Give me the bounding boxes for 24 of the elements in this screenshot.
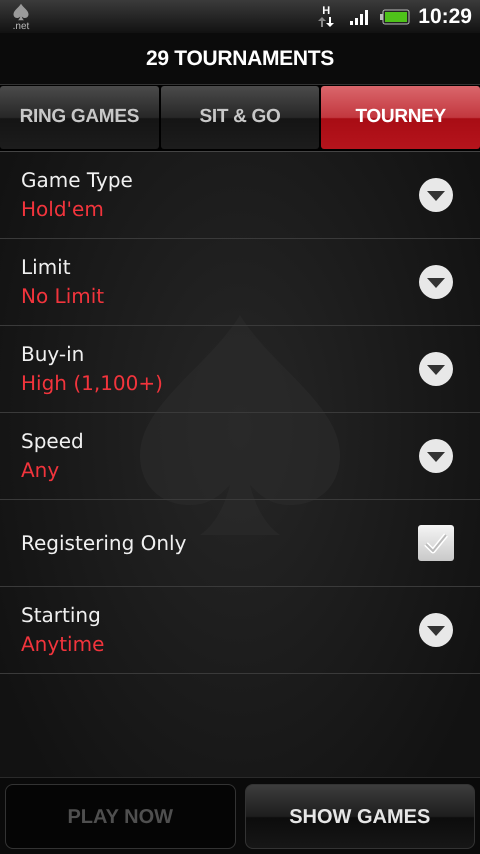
clock-time: 10:29 <box>418 4 472 30</box>
data-arrows-icon <box>318 17 334 27</box>
tab[interactable]: SIT & GO <box>160 86 320 149</box>
filter-value: Anytime <box>21 631 106 658</box>
network-type: H <box>322 6 330 17</box>
action-button[interactable]: SHOW GAMES <box>244 784 475 849</box>
filter-label: Speed <box>21 428 85 455</box>
logo-text: .net <box>12 22 30 32</box>
checkmark-icon <box>423 532 449 554</box>
filter-value: Hold'em <box>21 196 105 223</box>
filter-label: Limit <box>21 254 72 281</box>
battery-icon <box>380 8 410 24</box>
spade-logo-icon <box>12 2 30 22</box>
filter-value: High (1,100+) <box>21 370 164 397</box>
filter-label: Game Type <box>21 167 134 194</box>
filter-label: Starting <box>21 602 102 629</box>
filter-value: Any <box>21 457 60 484</box>
filter-value: No Limit <box>21 283 106 310</box>
filter-label: Buy-in <box>21 341 86 368</box>
checkbox[interactable] <box>418 525 454 561</box>
tab[interactable]: TOURNEY <box>321 86 480 149</box>
tab[interactable]: RING GAMES <box>0 86 159 149</box>
filter-label: Registering Only <box>21 530 188 556</box>
screen-title: 29 TOURNAMENTS <box>146 46 334 72</box>
